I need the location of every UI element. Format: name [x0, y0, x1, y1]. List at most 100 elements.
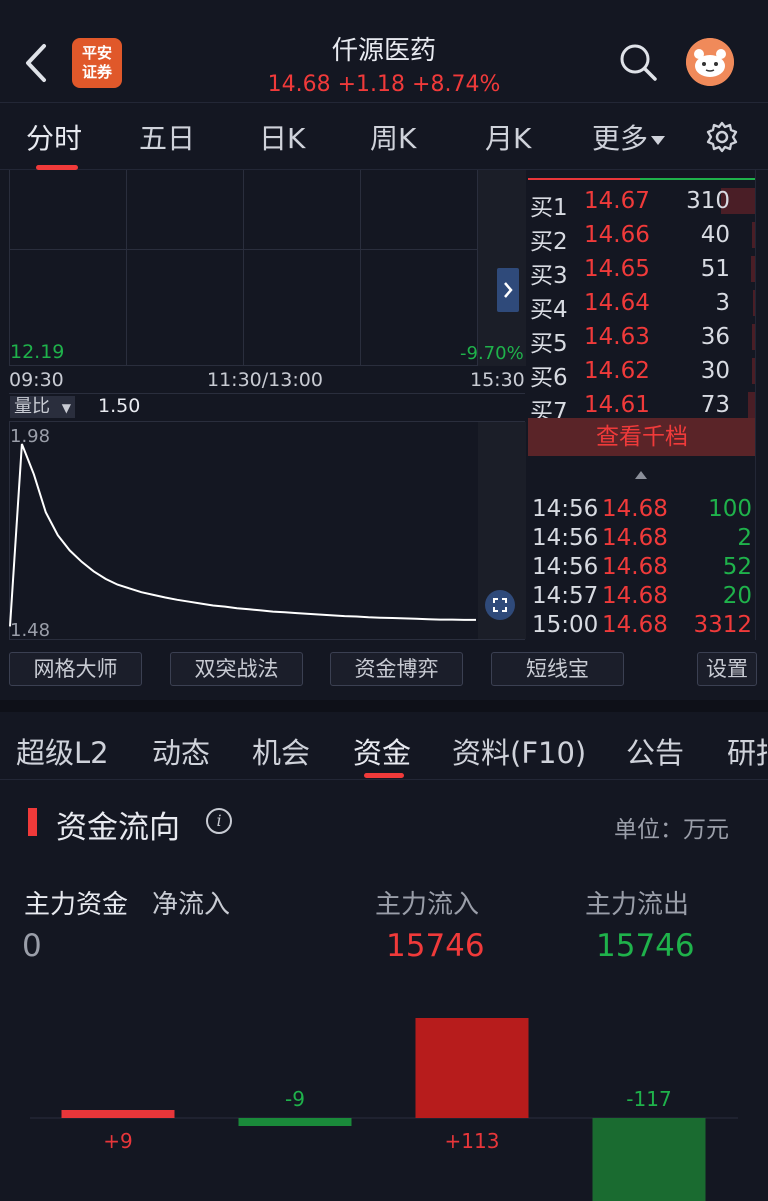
bid-volume: 3	[715, 290, 730, 316]
trade-price: 14.68	[602, 612, 668, 638]
avatar-face-icon	[686, 38, 734, 86]
bid-row[interactable]: 买7 14.61 73	[528, 388, 756, 425]
vr-max-label: 1.98	[10, 426, 51, 447]
caret-down-icon: ▼	[61, 401, 71, 415]
volume-ratio-line	[9, 443, 476, 627]
pct-low-label: -9.70%	[460, 343, 524, 364]
grid-line	[360, 170, 361, 366]
bid-row[interactable]: 买6 14.62 30	[528, 354, 756, 391]
flow-bar-label: +9	[103, 1129, 132, 1153]
bid-price: 14.66	[584, 222, 650, 248]
grid-line	[126, 170, 127, 366]
flow-bar	[415, 1018, 529, 1118]
settings-button[interactable]: 设置	[697, 652, 757, 686]
divider	[755, 170, 756, 640]
flow-bar	[238, 1118, 352, 1126]
intraday-chart[interactable]: 12.19 -9.70% 09:30 11:30/13:00 15:30 量比 …	[0, 170, 528, 641]
time-start-label: 09:30	[9, 369, 64, 391]
view-depth-button[interactable]: 查看千档	[528, 418, 756, 456]
bid-volume: 40	[700, 222, 730, 248]
flow-bar	[61, 1110, 175, 1118]
caret-down-icon	[651, 136, 666, 145]
bid-label: 买5	[530, 331, 568, 357]
main-capital-label: 主力资金	[24, 890, 129, 920]
grid-line	[9, 393, 525, 394]
trade-volume: 52	[722, 554, 752, 580]
tab-news[interactable]: 动态	[152, 730, 210, 772]
trade-row: 14:56 14.68 100	[528, 496, 756, 525]
tab-intraday[interactable]: 分时	[26, 117, 82, 157]
short-line-button[interactable]: 短线宝	[491, 652, 624, 686]
bid-volume: 51	[700, 256, 730, 282]
active-tab-indicator	[364, 773, 404, 778]
time-end-label: 15:30	[470, 369, 525, 391]
tab-more[interactable]: 更多	[592, 117, 666, 157]
grid-master-button[interactable]: 网格大师	[9, 652, 142, 686]
trade-volume: 2	[737, 525, 752, 551]
bid-price: 14.63	[584, 324, 650, 350]
bid-volume: 73	[700, 392, 730, 418]
expand-icon	[493, 598, 507, 612]
tab-announcement[interactable]: 公告	[626, 730, 684, 772]
bid-price: 14.64	[584, 290, 650, 316]
tab-capital[interactable]: 资金	[353, 730, 411, 772]
indicator-name: 量比	[14, 396, 50, 417]
search-icon[interactable]	[618, 42, 658, 82]
main-outflow-value: 15746	[596, 928, 695, 964]
section-divider	[0, 700, 768, 712]
trade-price: 14.68	[602, 525, 668, 551]
trade-volume: 3312	[693, 612, 752, 638]
trade-price: 14.68	[602, 496, 668, 522]
bid-volume: 30	[700, 358, 730, 384]
bid-price: 14.62	[584, 358, 650, 384]
vr-min-label: 1.48	[10, 620, 51, 641]
bid-label: 买6	[530, 365, 568, 391]
gear-icon[interactable]	[706, 121, 738, 153]
tab-super-l2[interactable]: 超级L2	[16, 730, 109, 772]
bid-row[interactable]: 买4 14.64 3	[528, 286, 756, 323]
tab-f10[interactable]: 资料(F10)	[452, 730, 586, 772]
trade-time: 14:56	[532, 496, 599, 522]
trade-time: 14:56	[532, 554, 599, 580]
section-tabs: 超级L2 动态 机会 资金 资料(F10) 公告 研报	[0, 712, 768, 780]
double-breakout-button[interactable]: 双突战法	[170, 652, 303, 686]
bid-row[interactable]: 买2 14.66 40	[528, 218, 756, 255]
trade-time: 14:57	[532, 583, 599, 609]
fullscreen-button[interactable]	[485, 590, 515, 620]
indicator-value: 1.50	[98, 395, 141, 417]
bid-volume: 36	[700, 324, 730, 350]
bid-row[interactable]: 买3 14.65 51	[528, 252, 756, 289]
title-accent	[28, 808, 37, 836]
volume-ratio-chart	[9, 443, 476, 627]
trade-time: 15:00	[532, 612, 599, 638]
tab-five-day[interactable]: 五日	[139, 117, 195, 157]
trade-volume: 20	[722, 583, 752, 609]
bid-row[interactable]: 买5 14.63 36	[528, 320, 756, 357]
tab-daily-k[interactable]: 日K	[259, 117, 305, 157]
bid-label: 买4	[530, 297, 568, 323]
tab-weekly-k[interactable]: 周K	[370, 117, 416, 157]
tab-more-label: 更多	[592, 122, 649, 155]
unit-label: 单位：万元	[614, 817, 729, 843]
capital-game-button[interactable]: 资金博弈	[330, 652, 463, 686]
bid-price: 14.65	[584, 256, 650, 282]
tab-opportunity[interactable]: 机会	[252, 730, 310, 772]
bid-label: 买3	[530, 263, 568, 289]
scroll-peek-row	[528, 170, 756, 180]
bid-label: 买1	[530, 195, 568, 221]
avatar[interactable]	[686, 38, 734, 86]
tab-monthly-k[interactable]: 月K	[485, 117, 531, 157]
bid-label: 买2	[530, 229, 568, 255]
bid-row[interactable]: 买1 14.67 310	[528, 184, 756, 221]
indicator-selector[interactable]: 量比 ▼	[10, 396, 75, 418]
chevron-right-icon	[504, 282, 513, 298]
expand-panel-button[interactable]	[497, 268, 519, 312]
price-low-label: 12.19	[10, 341, 65, 363]
app-header: 平安 证券 仟源医药 14.68 +1.18 +8.74%	[0, 0, 768, 102]
main-inflow-value: 15746	[386, 928, 485, 964]
tab-research[interactable]: 研报	[727, 730, 768, 772]
trade-price: 14.68	[602, 583, 668, 609]
bid-price: 14.61	[584, 392, 650, 418]
info-icon[interactable]: i	[206, 808, 232, 834]
caret-up-icon[interactable]	[634, 470, 648, 480]
